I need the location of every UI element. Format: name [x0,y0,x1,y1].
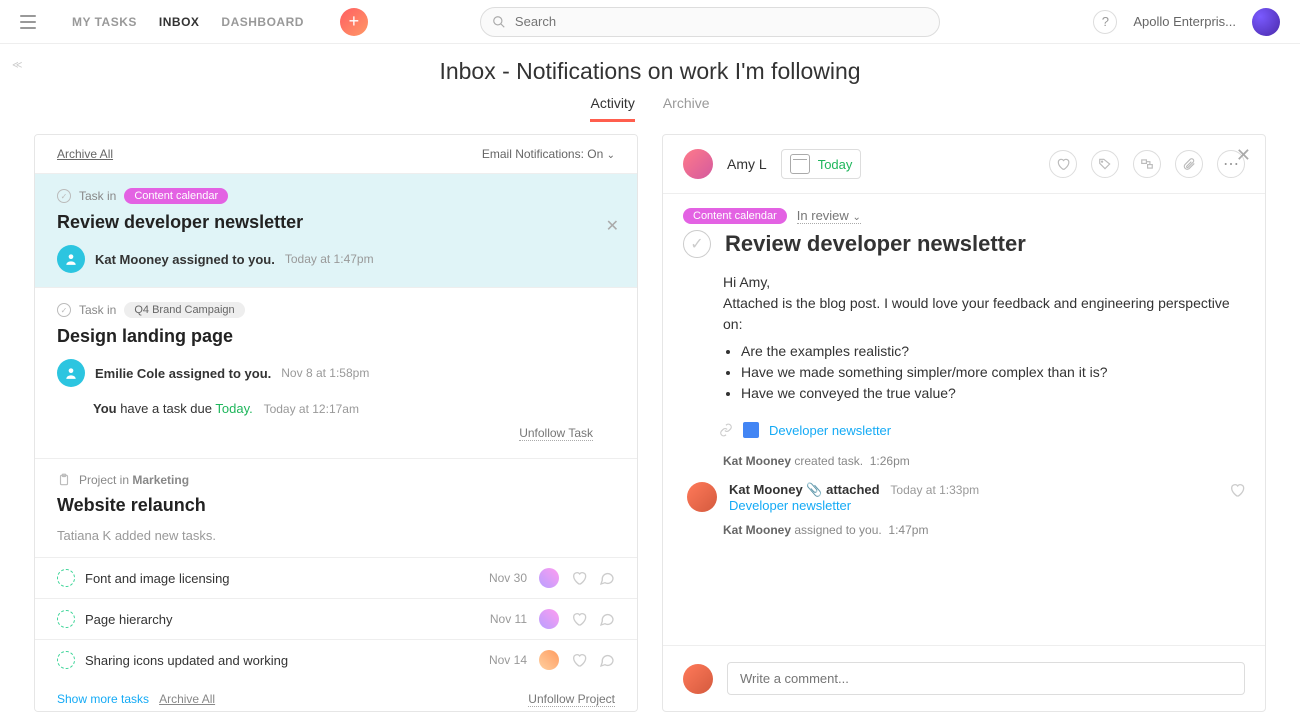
comment-icon[interactable] [599,570,615,586]
nav-dashboard[interactable]: DASHBOARD [221,15,304,29]
archive-all-link[interactable]: Archive All [57,147,113,161]
subtask-icon[interactable] [1133,150,1161,178]
task-check-icon: ✓ [57,189,71,203]
subtask-name: Sharing icons updated and working [85,653,288,668]
unfollow-task-link[interactable]: Unfollow Task [519,426,593,441]
subtab-activity[interactable]: Activity [590,95,634,122]
notification-card[interactable]: Project in Marketing Website relaunch Ta… [35,458,637,557]
notification-card[interactable]: ✓ Task in Q4 Brand Campaign Design landi… [35,287,637,458]
heart-icon[interactable] [1049,150,1077,178]
detail-project-tag[interactable]: Content calendar [683,208,787,224]
help-icon[interactable]: ? [1093,10,1117,34]
history-line: Kat Mooney assigned to you. 1:47pm [663,517,1265,543]
attachment-icon: 📎 [806,482,822,497]
subtab-archive[interactable]: Archive [663,95,710,122]
subtask-date: Nov 14 [489,653,527,667]
subtask-name: Page hierarchy [85,612,172,627]
subtask-row[interactable]: Sharing icons updated and working Nov 14 [35,639,637,680]
close-detail-icon[interactable]: ✕ [1236,145,1251,166]
assignee-avatar [539,650,559,670]
task-in-label: Task in [79,303,116,317]
comment-icon[interactable] [599,652,615,668]
project-tag[interactable]: Q4 Brand Campaign [124,302,244,318]
archive-all-link[interactable]: Archive All [159,692,215,706]
user-avatar[interactable] [1252,8,1280,36]
workspace-name[interactable]: Apollo Enterpris... [1133,14,1236,29]
attachment-link[interactable]: Developer newsletter [729,498,851,513]
task-detail-pane: ✕ Amy L Today ⋯ Content calendar In revi… [662,134,1266,712]
menu-toggle[interactable] [20,15,36,29]
subtask-row[interactable]: Page hierarchy Nov 11 [35,598,637,639]
search-icon [492,15,506,29]
show-more-tasks-link[interactable]: Show more tasks [57,692,149,706]
due-line: You have a task due Today. Today at 12:1… [93,401,615,416]
subtask-row[interactable]: Font and image licensing Nov 30 [35,557,637,598]
heart-icon[interactable] [571,611,587,627]
notification-title: Review developer newsletter [57,212,615,233]
nav-my-tasks[interactable]: MY TASKS [72,15,137,29]
history-line: Kat Mooney created task. 1:26pm [663,448,1265,474]
subtask-check-icon[interactable] [57,651,75,669]
heart-icon[interactable] [1229,482,1245,498]
activity-time: Nov 8 at 1:58pm [281,366,369,380]
notification-title: Website relaunch [57,495,615,516]
activity-text: Kat Mooney assigned to you. [95,252,275,267]
comment-icon[interactable] [599,611,615,627]
assignee-avatar [539,568,559,588]
assignee-name[interactable]: Amy L [727,156,767,172]
status-dropdown[interactable]: In review ⌄ [797,208,861,224]
assignee-avatar[interactable] [683,149,713,179]
notification-list: Archive All Email Notifications: On ⌄ ✓ … [34,134,638,712]
subtask-date: Nov 30 [489,571,527,585]
email-notifications-toggle[interactable]: Email Notifications: On ⌄ [482,147,615,161]
notification-title: Design landing page [57,326,615,347]
actor-avatar [687,482,717,512]
collapse-icon[interactable]: ≪ [12,60,22,71]
subtask-check-icon[interactable] [57,569,75,587]
due-date-button[interactable]: Today [781,149,862,179]
clipboard-icon [57,473,71,487]
task-description[interactable]: Hi Amy, Attached is the blog post. I wou… [663,272,1265,404]
subtask-check-icon[interactable] [57,610,75,628]
calendar-icon [790,154,810,174]
doc-icon [743,422,759,438]
task-in-label: Task in [79,189,116,203]
complete-task-button[interactable]: ✓ [683,230,711,258]
search-input[interactable] [480,7,940,37]
create-button[interactable]: + [340,8,368,36]
actor-avatar [57,359,85,387]
heart-icon[interactable] [571,570,587,586]
task-check-icon: ✓ [57,303,71,317]
activity-text: Emilie Cole assigned to you. [95,366,271,381]
activity-time: Today at 1:47pm [285,252,374,266]
page-title: Inbox - Notifications on work I'm follow… [0,58,1300,85]
attachment-icon[interactable] [1175,150,1203,178]
notification-subtitle: Tatiana K added new tasks. [57,528,615,543]
notification-card[interactable]: ✓ Task in Content calendar Review develo… [35,173,637,287]
subtask-date: Nov 11 [490,612,527,626]
tag-icon[interactable] [1091,150,1119,178]
dismiss-icon[interactable]: ✕ [606,216,619,236]
nav-inbox[interactable]: INBOX [159,15,200,29]
subtask-name: Font and image licensing [85,571,230,586]
history-row: Kat Mooney 📎 attached Today at 1:33pm De… [663,474,1265,517]
actor-avatar [57,245,85,273]
detail-title[interactable]: Review developer newsletter [725,231,1026,257]
assignee-avatar [539,609,559,629]
current-user-avatar [683,664,713,694]
comment-input[interactable] [727,662,1245,695]
attachment-link[interactable]: Developer newsletter [769,423,891,438]
link-icon [719,423,733,437]
project-in-label: Project in Marketing [79,473,189,487]
heart-icon[interactable] [571,652,587,668]
project-tag[interactable]: Content calendar [124,188,228,204]
